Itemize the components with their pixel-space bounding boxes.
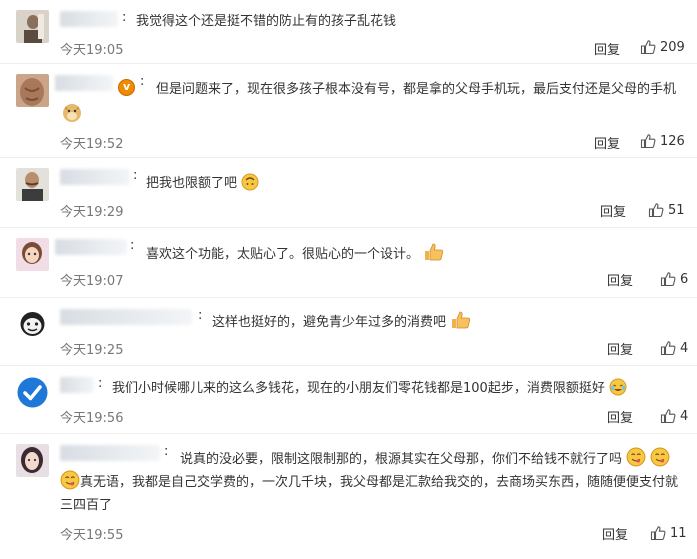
username[interactable]	[60, 169, 130, 185]
reply-button[interactable]: 回复	[594, 39, 620, 58]
reply-button[interactable]: 回复	[602, 524, 628, 543]
thumbs-up-icon	[660, 341, 676, 356]
name-separator: :	[140, 74, 145, 89]
name-separator: :	[98, 376, 103, 391]
thumbs-up-emoji-icon	[425, 243, 444, 261]
like-count: 51	[668, 202, 685, 218]
comment-text: 喜欢这个功能，太贴心了。很贴心的一个设计。	[146, 242, 687, 266]
username[interactable]	[55, 75, 113, 91]
comment-item: : 我们小时候哪儿来的这么多钱花，现在的小朋友们零花钱都是100起步，消费限额挺…	[0, 366, 697, 434]
comment-time: 今天19:07	[60, 274, 124, 289]
like-button[interactable]: 11	[650, 525, 687, 541]
comment-item: : 这样也挺好的，避免青少年过多的消费吧 今天19:25 回复 4	[0, 298, 697, 366]
laughing-tears-icon	[609, 378, 627, 396]
like-button[interactable]: 51	[648, 202, 685, 218]
name-separator: :	[198, 308, 203, 323]
avatar[interactable]	[16, 376, 49, 409]
username[interactable]	[60, 445, 160, 461]
comment-time: 今天19:52	[60, 137, 124, 152]
comment-time: 今天19:29	[60, 205, 124, 220]
name-separator: :	[130, 238, 135, 253]
comment-text-line: 我们小时候哪儿来的这么多钱花，现在的小朋友们零花钱都是100起步，消费限额挺好	[112, 381, 605, 396]
avatar[interactable]	[16, 10, 49, 43]
comment-text-line: 但是问题来了，现在很多孩子根本没有号，都是拿的父母手机玩，最后支付还是父母的手机	[156, 82, 677, 97]
username[interactable]	[60, 377, 94, 393]
like-button[interactable]: 4	[660, 408, 688, 424]
username[interactable]	[55, 239, 127, 255]
doge-emoji-icon	[63, 104, 81, 122]
avatar[interactable]	[16, 308, 49, 341]
like-button[interactable]: 6	[660, 271, 688, 287]
comment-time: 今天19:55	[60, 528, 124, 543]
name-separator: :	[122, 10, 127, 25]
reply-button[interactable]: 回复	[607, 407, 633, 426]
name-separator: :	[133, 168, 138, 183]
yummy-face-icon	[650, 447, 670, 467]
comment-item: : 把我也限额了吧 今天19:29 回复 51	[0, 158, 697, 228]
vip-badge-icon: v	[118, 79, 135, 96]
comment-text-line: 三四百了	[60, 498, 113, 513]
name-separator: :	[164, 444, 169, 459]
avatar[interactable]	[16, 444, 49, 477]
avatar[interactable]	[16, 238, 49, 271]
yummy-face-icon	[626, 447, 646, 467]
comment-text-line: 把我也限额了吧	[146, 176, 238, 191]
like-count: 4	[680, 408, 689, 424]
like-count: 209	[660, 39, 685, 55]
thumbs-up-icon	[640, 134, 656, 149]
username[interactable]	[60, 309, 192, 325]
comment-text: 我觉得这个还是挺不错的防止有的孩子乱花钱	[136, 10, 687, 33]
thumbs-up-icon	[640, 40, 656, 55]
comment-text: 但是问题来了，现在很多孩子根本没有号，都是拿的父母手机玩，最后支付还是父母的手机	[156, 78, 687, 101]
thumbs-up-icon	[648, 203, 664, 218]
comment-item: : 说真的没必要，限制这限制那的，根源其实在父母那，你们不给钱不就行了吗 真无语…	[0, 434, 697, 559]
yummy-face-icon	[60, 470, 80, 490]
reply-button[interactable]: 回复	[600, 201, 626, 220]
like-button[interactable]: 209	[640, 39, 685, 55]
thumbs-up-icon	[660, 272, 676, 287]
comment-text-line: 喜欢这个功能，太贴心了。很贴心的一个设计。	[146, 247, 420, 262]
reply-button[interactable]: 回复	[594, 133, 620, 152]
comment-text-line: 这样也挺好的，避免青少年过多的消费吧	[212, 315, 447, 330]
like-count: 11	[670, 525, 687, 541]
like-button[interactable]: 4	[660, 340, 688, 356]
avatar[interactable]	[16, 74, 49, 107]
comment-text: 我们小时候哪儿来的这么多钱花，现在的小朋友们零花钱都是100起步，消费限额挺好	[112, 377, 687, 400]
comment-text-line: 说真的没必要，限制这限制那的，根源其实在父母那，你们不给钱不就行了吗	[180, 452, 623, 467]
reply-button[interactable]: 回复	[607, 270, 633, 289]
comment-time: 今天19:05	[60, 43, 124, 58]
username[interactable]	[60, 11, 118, 27]
like-count: 6	[680, 271, 689, 287]
comment-text-line: 真无语，我都是自己交学费的，一次几千块，我父母都是汇款给我交的，去商场买东西，随…	[80, 475, 679, 490]
comment-time: 今天19:25	[60, 343, 124, 358]
comment-text: 把我也限额了吧	[146, 172, 687, 195]
comment-text-continued: 真无语，我都是自己交学费的，一次几千块，我父母都是汇款给我交的，去商场买东西，随…	[60, 470, 693, 517]
avatar[interactable]	[16, 168, 49, 201]
comment-text: 说真的没必要，限制这限制那的，根源其实在父母那，你们不给钱不就行了吗	[180, 447, 687, 471]
reply-button[interactable]: 回复	[607, 339, 633, 358]
comment-item: : 我觉得这个还是挺不错的防止有的孩子乱花钱 今天19:05 回复 209	[0, 0, 697, 64]
comment-time: 今天19:56	[60, 411, 124, 426]
comment-text-line: 我觉得这个还是挺不错的防止有的孩子乱花钱	[136, 14, 397, 29]
upside-down-face-icon	[241, 173, 259, 191]
thumbs-up-icon	[650, 526, 666, 541]
comment-item: : 喜欢这个功能，太贴心了。很贴心的一个设计。 今天19:07 回复 6	[0, 228, 697, 298]
thumbs-up-emoji-icon	[452, 311, 471, 329]
comment-item: v : 但是问题来了，现在很多孩子根本没有号，都是拿的父母手机玩，最后支付还是父…	[0, 64, 697, 158]
like-count: 4	[680, 340, 689, 356]
thumbs-up-icon	[660, 409, 676, 424]
comment-text: 这样也挺好的，避免青少年过多的消费吧	[212, 310, 687, 334]
like-count: 126	[660, 133, 685, 149]
like-button[interactable]: 126	[640, 133, 685, 149]
